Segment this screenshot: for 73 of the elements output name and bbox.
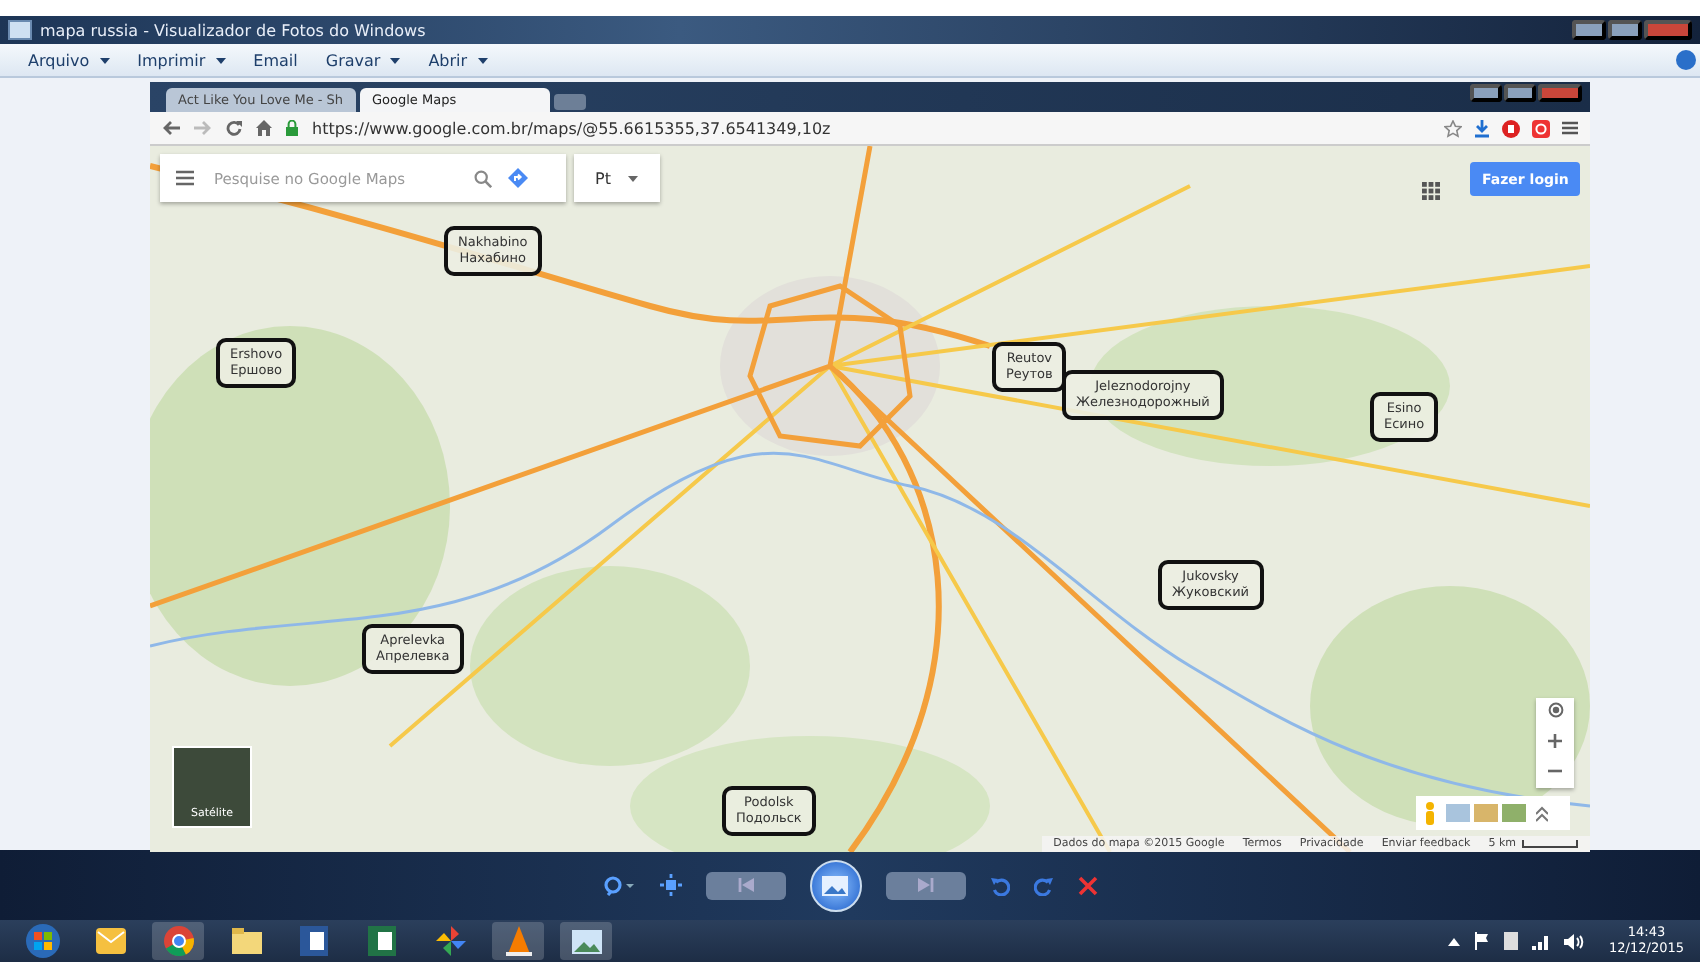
thumbnail-strip-icon bbox=[1446, 804, 1526, 822]
location-button[interactable] bbox=[1536, 698, 1574, 728]
maximize-button[interactable] bbox=[1608, 20, 1642, 40]
pinwheel-icon bbox=[435, 926, 465, 956]
menu-item[interactable]: Email bbox=[253, 51, 298, 69]
rotate-left-icon bbox=[989, 875, 1009, 895]
reload-icon bbox=[226, 120, 242, 136]
zoom-button[interactable] bbox=[603, 875, 635, 895]
expand-icon bbox=[1536, 805, 1548, 821]
address-field[interactable]: https://www.google.com.br/maps/@55.6615355,37.6541349,10z bbox=[312, 119, 831, 137]
menu-item[interactable]: Imprimir bbox=[137, 51, 226, 69]
taskbar-app[interactable] bbox=[152, 922, 204, 960]
caret-icon bbox=[215, 57, 226, 63]
caret-icon bbox=[477, 57, 488, 63]
location-icon bbox=[1547, 702, 1563, 718]
menu-icon bbox=[1562, 120, 1578, 136]
minimize-button[interactable] bbox=[1572, 20, 1606, 40]
stop-sign-icon bbox=[1502, 119, 1520, 137]
minimize-button[interactable] bbox=[1470, 84, 1502, 102]
envelope-icon bbox=[95, 928, 125, 954]
caret-icon bbox=[628, 175, 639, 181]
traffic-cone-icon bbox=[505, 926, 531, 956]
caret-icon bbox=[390, 57, 401, 63]
app-icon bbox=[8, 20, 32, 40]
home-icon bbox=[256, 120, 272, 136]
flag-icon bbox=[1473, 932, 1490, 950]
delete-button[interactable] bbox=[1077, 875, 1097, 895]
menu-item[interactable]: Abrir bbox=[428, 51, 488, 69]
menu-item[interactable]: Gravar bbox=[325, 51, 401, 69]
caret-icon bbox=[99, 57, 110, 63]
fit-to-window-button[interactable] bbox=[659, 874, 681, 896]
picture-icon bbox=[571, 929, 601, 953]
previous-icon bbox=[737, 878, 753, 892]
minus-icon bbox=[1548, 764, 1562, 778]
picture-icon bbox=[822, 875, 848, 895]
next-button[interactable] bbox=[885, 871, 965, 899]
delete-icon bbox=[1077, 875, 1097, 895]
menu-item[interactable]: Arquivo bbox=[28, 51, 110, 69]
rotate-left-button[interactable] bbox=[989, 875, 1009, 895]
forward-icon bbox=[194, 120, 212, 136]
search-icon bbox=[474, 169, 492, 187]
extension-icon bbox=[1532, 119, 1550, 137]
download-icon bbox=[1474, 119, 1490, 137]
menu-icon bbox=[176, 170, 194, 186]
language-dropdown[interactable]: Pt bbox=[574, 154, 660, 202]
up-arrow-icon bbox=[1447, 937, 1460, 945]
speaker-icon bbox=[1563, 933, 1584, 949]
slideshow-button[interactable] bbox=[809, 859, 861, 911]
taskbar-app[interactable] bbox=[560, 922, 612, 960]
window-title: mapa russia - Visualizador de Fotos do Windows bbox=[40, 21, 426, 39]
scale-bar bbox=[1522, 840, 1578, 848]
directions-icon bbox=[508, 168, 528, 188]
star-icon bbox=[1444, 119, 1462, 137]
pegman-icon bbox=[1424, 801, 1436, 825]
windows-orb-icon bbox=[25, 924, 59, 958]
plus-icon bbox=[1548, 734, 1562, 748]
folder-icon bbox=[231, 928, 261, 954]
previous-button[interactable] bbox=[705, 871, 785, 899]
browser-icon bbox=[163, 926, 193, 956]
grid-icon bbox=[1422, 182, 1440, 200]
close-button[interactable] bbox=[1538, 84, 1582, 102]
signal-icon bbox=[1531, 933, 1550, 949]
help-icon[interactable] bbox=[1676, 50, 1696, 70]
next-icon bbox=[917, 878, 933, 892]
magnifier-icon bbox=[603, 875, 635, 895]
fit-icon bbox=[659, 874, 681, 896]
document-icon bbox=[300, 926, 328, 956]
close-button[interactable] bbox=[1644, 20, 1692, 40]
maximize-button[interactable] bbox=[1504, 84, 1536, 102]
taskbar-app[interactable] bbox=[492, 922, 544, 960]
back-icon bbox=[162, 120, 180, 136]
lock-icon bbox=[286, 120, 298, 136]
zoom-out-button[interactable] bbox=[1536, 758, 1574, 788]
